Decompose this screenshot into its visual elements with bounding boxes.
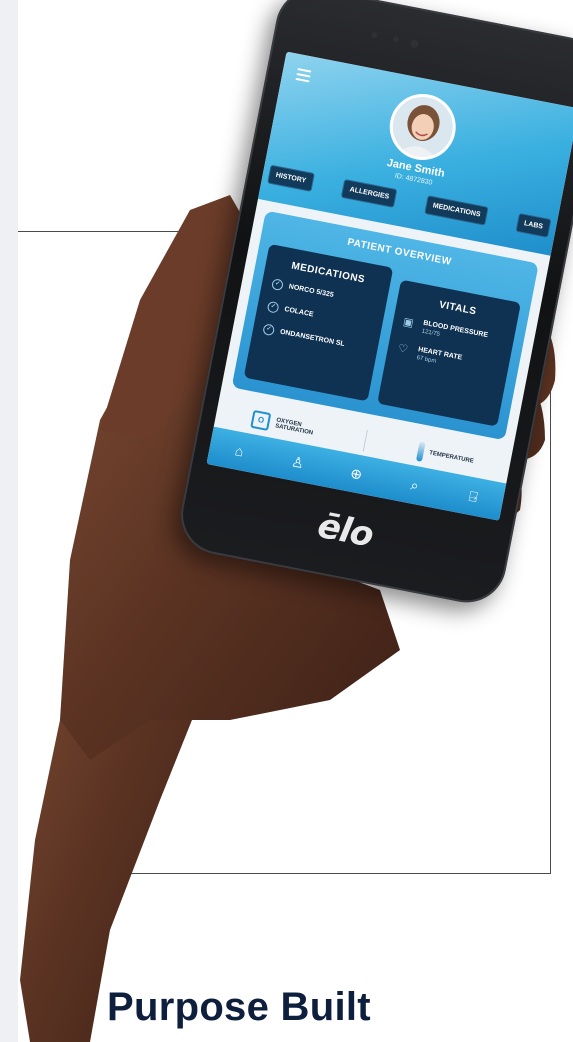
patient-avatar — [387, 91, 458, 163]
exit-icon[interactable]: ⍈ — [462, 486, 485, 507]
medication-name: ONDANSETRON SL — [279, 328, 346, 348]
sensor-dot — [392, 35, 400, 43]
divider — [362, 429, 369, 452]
medications-card[interactable]: MEDICATIONS ✓ NORCO 5/325 ✓ COLACE ✓ OND… — [243, 243, 394, 402]
temperature-label: TEMPERATURE — [428, 450, 475, 465]
patient-photo — [387, 91, 458, 163]
heart-rate-icon: ♡ — [396, 342, 409, 357]
tab-allergies[interactable]: ALLERGIES — [341, 179, 398, 208]
phone-screen: Jane Smith ID: 4872830 HISTORY ALLERGIES… — [206, 51, 573, 521]
medication-name: NORCO 5/325 — [288, 283, 335, 299]
home-icon[interactable]: ⌂ — [228, 441, 251, 461]
sensor-dot — [370, 31, 378, 39]
search-icon[interactable]: ⌕ — [403, 475, 426, 496]
vitals-card[interactable]: VITALS ▣ BLOOD PRESSURE 121/75 ♡ HEART R… — [377, 279, 521, 427]
plus-circle-icon[interactable]: ⊕ — [345, 463, 368, 484]
tab-medications[interactable]: MEDICATIONS — [424, 195, 490, 226]
tab-labs[interactable]: LABS — [515, 212, 552, 238]
check-circle-icon: ✓ — [262, 323, 276, 337]
blood-pressure-icon: ▣ — [402, 315, 415, 330]
hamburger-menu-icon[interactable] — [295, 68, 312, 85]
medication-name: COLACE — [283, 305, 315, 319]
oxygen-icon: O — [250, 409, 272, 432]
thermometer-icon — [415, 441, 426, 462]
check-circle-icon: ✓ — [271, 278, 284, 292]
medication-list: ✓ NORCO 5/325 ✓ COLACE ✓ ONDANSETRON SL — [252, 276, 387, 356]
page-headline: Purpose Built — [107, 985, 371, 1029]
front-camera — [409, 39, 420, 49]
tab-history[interactable]: HISTORY — [267, 164, 315, 192]
check-circle-icon: ✓ — [266, 300, 280, 314]
user-icon[interactable]: ♙ — [286, 452, 309, 473]
